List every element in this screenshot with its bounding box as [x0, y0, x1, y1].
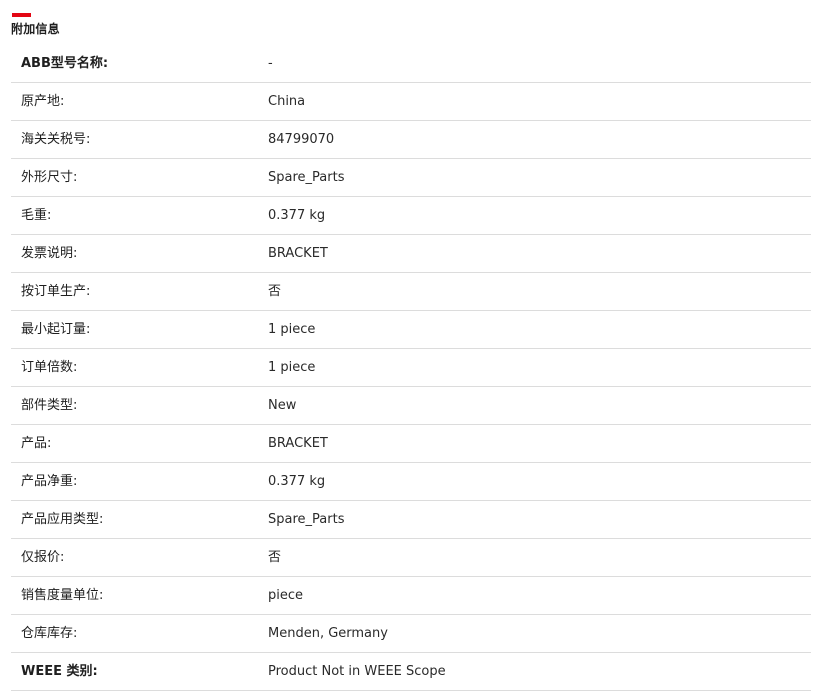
row-value: China [268, 93, 306, 109]
table-row: 按订单生产: 否 [11, 273, 811, 311]
row-label: 发票说明: [21, 245, 78, 261]
row-label: 订单倍数: [21, 359, 78, 375]
table-row: 订单倍数: 1 piece [11, 349, 811, 387]
row-label: 产品净重: [21, 473, 78, 489]
table-row: 最小起订量: 1 piece [11, 311, 811, 349]
row-value: piece [268, 587, 304, 603]
row-value: New [268, 397, 297, 413]
row-value: BRACKET [268, 245, 328, 261]
row-label: 仓库库存: [21, 625, 78, 641]
row-value: 0.377 kg [268, 473, 326, 489]
row-label: WEEE 类别: [21, 663, 98, 679]
table-row: 销售度量单位: piece [11, 577, 811, 615]
table-row: 海关关税号: 84799070 [11, 121, 811, 159]
row-value: Product Not in WEEE Scope [268, 663, 446, 679]
row-value: 1 piece [268, 321, 316, 337]
row-label: 最小起订量: [21, 321, 91, 337]
table-row: 毛重: 0.377 kg [11, 197, 811, 235]
row-value: 否 [268, 549, 282, 565]
row-label: 部件类型: [21, 397, 78, 413]
row-value: 1 piece [268, 359, 316, 375]
table-row: 部件类型: New [11, 387, 811, 425]
table-row: 产品: BRACKET [11, 425, 811, 463]
additional-info-section: 附加信息 ABB型号名称: - 原产地: China 海关关税号: 847990… [0, 0, 820, 699]
row-value: 84799070 [268, 131, 335, 147]
row-label: 海关关税号: [21, 131, 91, 147]
row-label: 销售度量单位: [21, 587, 104, 603]
row-value: Menden, Germany [268, 625, 388, 641]
row-value: Spare_Parts [268, 511, 345, 527]
row-label: 按订单生产: [21, 283, 91, 299]
row-label: 产品: [21, 435, 52, 451]
section-title: 附加信息 [11, 22, 60, 36]
table-row: 原产地: China [11, 83, 811, 121]
table-row: 发票说明: BRACKET [11, 235, 811, 273]
table-row: WEEE 类别: Product Not in WEEE Scope [11, 653, 811, 691]
row-value: Spare_Parts [268, 169, 345, 185]
row-label: ABB型号名称: [21, 55, 109, 71]
row-label: 外形尺寸: [21, 169, 78, 185]
table-row: 仅报价: 否 [11, 539, 811, 577]
row-label: 原产地: [21, 93, 65, 109]
row-label: 毛重: [21, 207, 52, 223]
row-label: 产品应用类型: [21, 511, 104, 527]
table-row: 仓库库存: Menden, Germany [11, 615, 811, 653]
attributes-table: ABB型号名称: - 原产地: China 海关关税号: 84799070 外形… [11, 45, 811, 691]
table-row: 产品净重: 0.377 kg [11, 463, 811, 501]
table-row: 产品应用类型: Spare_Parts [11, 501, 811, 539]
row-value: 0.377 kg [268, 207, 326, 223]
table-row: 外形尺寸: Spare_Parts [11, 159, 811, 197]
row-value: BRACKET [268, 435, 328, 451]
section-accent-bar [12, 13, 31, 17]
row-value: 否 [268, 283, 282, 299]
table-row: ABB型号名称: - [11, 45, 811, 83]
row-label: 仅报价: [21, 549, 65, 565]
row-value: - [268, 55, 273, 71]
